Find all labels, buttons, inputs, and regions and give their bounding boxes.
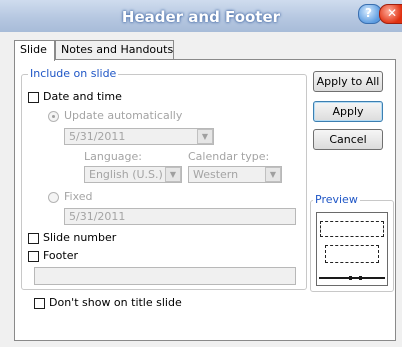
close-button[interactable]: ✕ [379, 4, 402, 24]
cancel-button[interactable]: Cancel [313, 129, 383, 150]
preview-footer-marker [359, 276, 362, 280]
dialog-window: Header and Footer ? ✕ Slide Notes and Ha… [0, 0, 402, 347]
footer-label: Footer [43, 249, 78, 262]
calendar-type-label: Calendar type: [188, 150, 270, 163]
fixed-date-input[interactable]: 5/31/2011 [64, 208, 296, 225]
tab-notes-and-handouts[interactable]: Notes and Handouts [55, 40, 174, 59]
slide-number-checkbox[interactable] [28, 233, 39, 244]
preview-slide-thumbnail [316, 212, 388, 286]
footer-text-input[interactable] [34, 267, 296, 285]
preview-footer-marker [349, 276, 352, 280]
slide-number-label: Slide number [43, 231, 117, 244]
preview-legend: Preview [313, 193, 360, 206]
dropdown-arrow-icon[interactable]: ▼ [265, 167, 281, 182]
dont-show-title-label: Don't show on title slide [49, 296, 182, 309]
date-time-checkbox[interactable] [28, 92, 39, 103]
date-time-label: Date and time [43, 90, 122, 103]
preview-body-placeholder [325, 245, 379, 263]
apply-to-all-button[interactable]: Apply to All [313, 71, 383, 92]
dropdown-arrow-icon[interactable]: ▼ [165, 167, 181, 182]
dont-show-title-checkbox[interactable] [34, 298, 45, 309]
preview-title-placeholder [320, 221, 384, 237]
title-bar: Header and Footer ? ✕ [0, 0, 402, 32]
footer-checkbox[interactable] [28, 251, 39, 262]
window-title: Header and Footer [121, 8, 281, 26]
include-on-slide-group: Include on slide Date and time Update au… [21, 67, 307, 290]
date-format-select[interactable]: 5/31/2011 [64, 128, 214, 145]
apply-button[interactable]: Apply [313, 101, 383, 122]
update-automatically-label: Update automatically [64, 109, 183, 122]
fixed-label: Fixed [64, 190, 93, 203]
fixed-radio[interactable] [48, 192, 59, 203]
preview-group: Preview [310, 193, 394, 292]
preview-footer-line [319, 276, 385, 280]
update-automatically-radio[interactable] [48, 111, 59, 122]
dropdown-arrow-icon[interactable]: ▼ [197, 129, 213, 144]
help-icon: ? [365, 6, 372, 20]
include-on-slide-legend: Include on slide [28, 67, 119, 80]
tab-slide[interactable]: Slide [14, 40, 55, 61]
close-icon: ✕ [387, 6, 398, 20]
language-label: Language: [84, 150, 142, 163]
